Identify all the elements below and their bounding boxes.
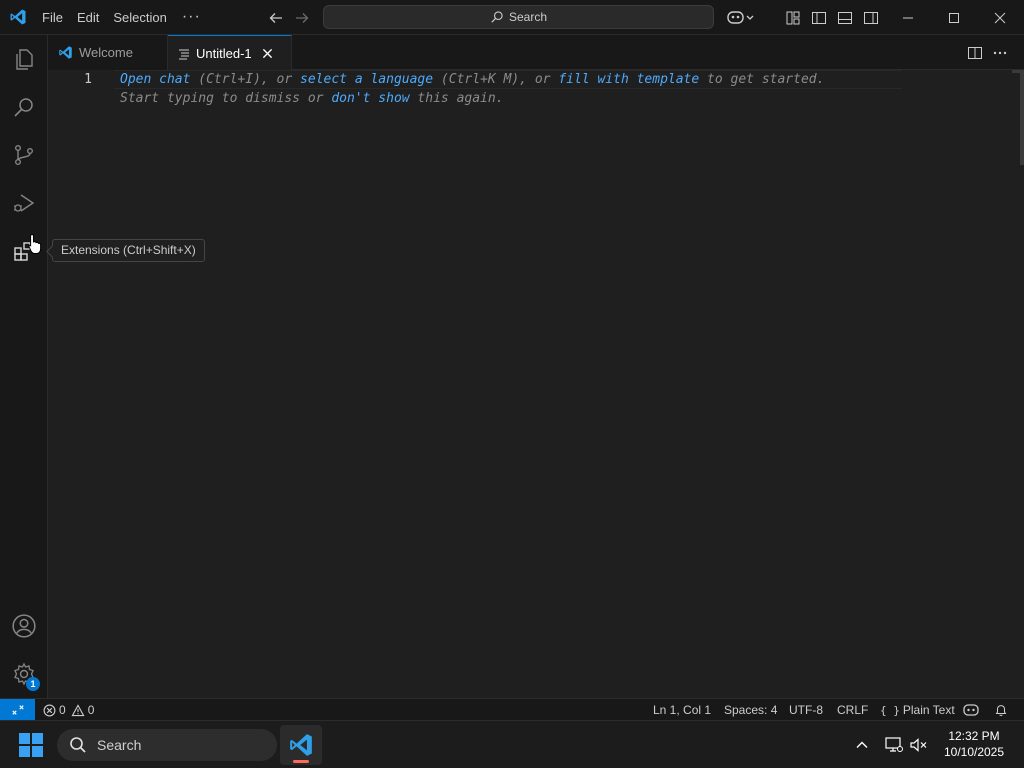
remote-indicator-button[interactable] — [0, 699, 35, 721]
text-file-icon — [178, 48, 190, 60]
tab-untitled-1[interactable]: Untitled-1 — [168, 35, 292, 71]
search-icon — [490, 10, 504, 24]
tab-label: Untitled-1 — [196, 46, 252, 61]
hint-link[interactable]: select a language — [300, 72, 433, 87]
taskbar-search-box[interactable]: Search — [57, 729, 277, 761]
editor-area[interactable]: 1 Open chat (Ctrl+I), or select a langua… — [48, 70, 1014, 698]
taskbar-search-label: Search — [97, 737, 142, 753]
menu-edit[interactable]: Edit — [70, 0, 106, 35]
copilot-status-icon[interactable] — [963, 699, 979, 721]
source-control-icon[interactable] — [0, 131, 48, 179]
warning-icon — [71, 703, 85, 717]
search-icon — [69, 736, 87, 754]
copilot-icon[interactable] — [726, 8, 756, 28]
title-bar: File Edit Selection ··· Search — [0, 0, 1024, 35]
forward-arrow-icon[interactable] — [292, 8, 312, 28]
show-hidden-icons-chevron-icon[interactable] — [851, 734, 873, 756]
active-app-indicator — [293, 760, 309, 763]
vscode-logo-icon — [58, 45, 73, 60]
language-label: Plain Text — [902, 702, 955, 717]
settings-update-badge: 1 — [26, 677, 40, 691]
status-bar: 0 0 Ln 1, Col 1 Spaces: 4 UTF-8 CRLF { }… — [0, 698, 1024, 721]
scrollbar-track[interactable] — [1020, 70, 1024, 165]
toggle-primary-sidebar-icon[interactable] — [809, 8, 829, 28]
search-icon[interactable] — [0, 83, 48, 131]
minimize-button[interactable] — [885, 0, 931, 35]
vscode-logo-icon — [288, 732, 314, 758]
tab-label: Welcome — [79, 45, 133, 60]
empty-editor-hint-line-1: Open chat (Ctrl+I), or select a language… — [120, 72, 824, 87]
taskbar-vscode-app[interactable] — [280, 725, 322, 765]
more-actions-icon[interactable] — [989, 42, 1011, 64]
display-icon[interactable] — [883, 734, 905, 756]
notifications-bell-icon[interactable] — [994, 699, 1008, 721]
warning-count: 0 — [87, 702, 95, 717]
hint-text: (Ctrl+K M), or — [433, 72, 559, 87]
language-mode[interactable]: { } Plain Text — [880, 699, 955, 721]
hint-text: (Ctrl+I), or — [190, 72, 301, 87]
error-count: 0 — [59, 702, 66, 717]
manage-gear-icon[interactable]: 1 — [0, 650, 48, 698]
maximize-button[interactable] — [931, 0, 977, 35]
menu-selection[interactable]: Selection — [106, 0, 173, 35]
error-icon — [43, 704, 56, 717]
windows-start-icon[interactable] — [18, 732, 44, 758]
customize-layout-icon[interactable] — [783, 8, 803, 28]
hint-text: this again. — [409, 91, 504, 106]
clock-time: 12:32 PM — [948, 729, 1000, 743]
menu-more-button[interactable]: ··· — [174, 0, 209, 35]
back-arrow-icon[interactable] — [266, 8, 286, 28]
windows-taskbar: Search 12:32 PM 10/10/2025 — [0, 720, 1024, 768]
editor-tab-bar: Welcome Untitled-1 — [48, 35, 1024, 71]
file-encoding[interactable]: UTF-8 — [789, 699, 823, 721]
indentation-setting[interactable]: Spaces: 4 — [724, 699, 777, 721]
activity-bar: 1 — [0, 35, 48, 698]
system-clock[interactable]: 12:32 PM 10/10/2025 — [935, 728, 1013, 760]
hint-link[interactable]: don't show — [331, 91, 409, 106]
split-editor-icon[interactable] — [964, 42, 986, 64]
close-window-button[interactable] — [977, 0, 1023, 35]
line-number: 1 — [84, 72, 92, 87]
accounts-icon[interactable] — [0, 602, 48, 650]
toggle-secondary-sidebar-icon[interactable] — [861, 8, 881, 28]
menu-file[interactable]: File — [35, 0, 70, 35]
extensions-tooltip: Extensions (Ctrl+Shift+X) — [52, 239, 205, 262]
volume-muted-icon[interactable] — [908, 734, 930, 756]
vscode-logo-icon — [0, 0, 35, 35]
hint-text: to get started. — [699, 72, 825, 87]
problems-indicator[interactable]: 0 0 — [43, 699, 94, 721]
braces-icon: { } — [880, 703, 900, 717]
cursor-position[interactable]: Ln 1, Col 1 — [653, 699, 711, 721]
command-center-search[interactable]: Search — [323, 5, 714, 29]
hint-link[interactable]: fill with template — [558, 72, 699, 87]
clock-date: 10/10/2025 — [943, 745, 1005, 759]
mouse-pointer-icon — [28, 233, 42, 258]
explorer-icon[interactable] — [0, 35, 48, 83]
toggle-panel-icon[interactable] — [835, 8, 855, 28]
run-debug-icon[interactable] — [0, 179, 48, 227]
tab-welcome[interactable]: Welcome — [48, 35, 168, 70]
search-label: Search — [508, 10, 548, 24]
hint-text: Start typing to dismiss or — [120, 91, 332, 106]
close-tab-icon[interactable] — [262, 48, 273, 59]
empty-editor-hint-line-2: Start typing to dismiss or don't show th… — [120, 91, 504, 106]
line-ending[interactable]: CRLF — [837, 699, 868, 721]
hint-link[interactable]: Open chat — [120, 72, 190, 87]
